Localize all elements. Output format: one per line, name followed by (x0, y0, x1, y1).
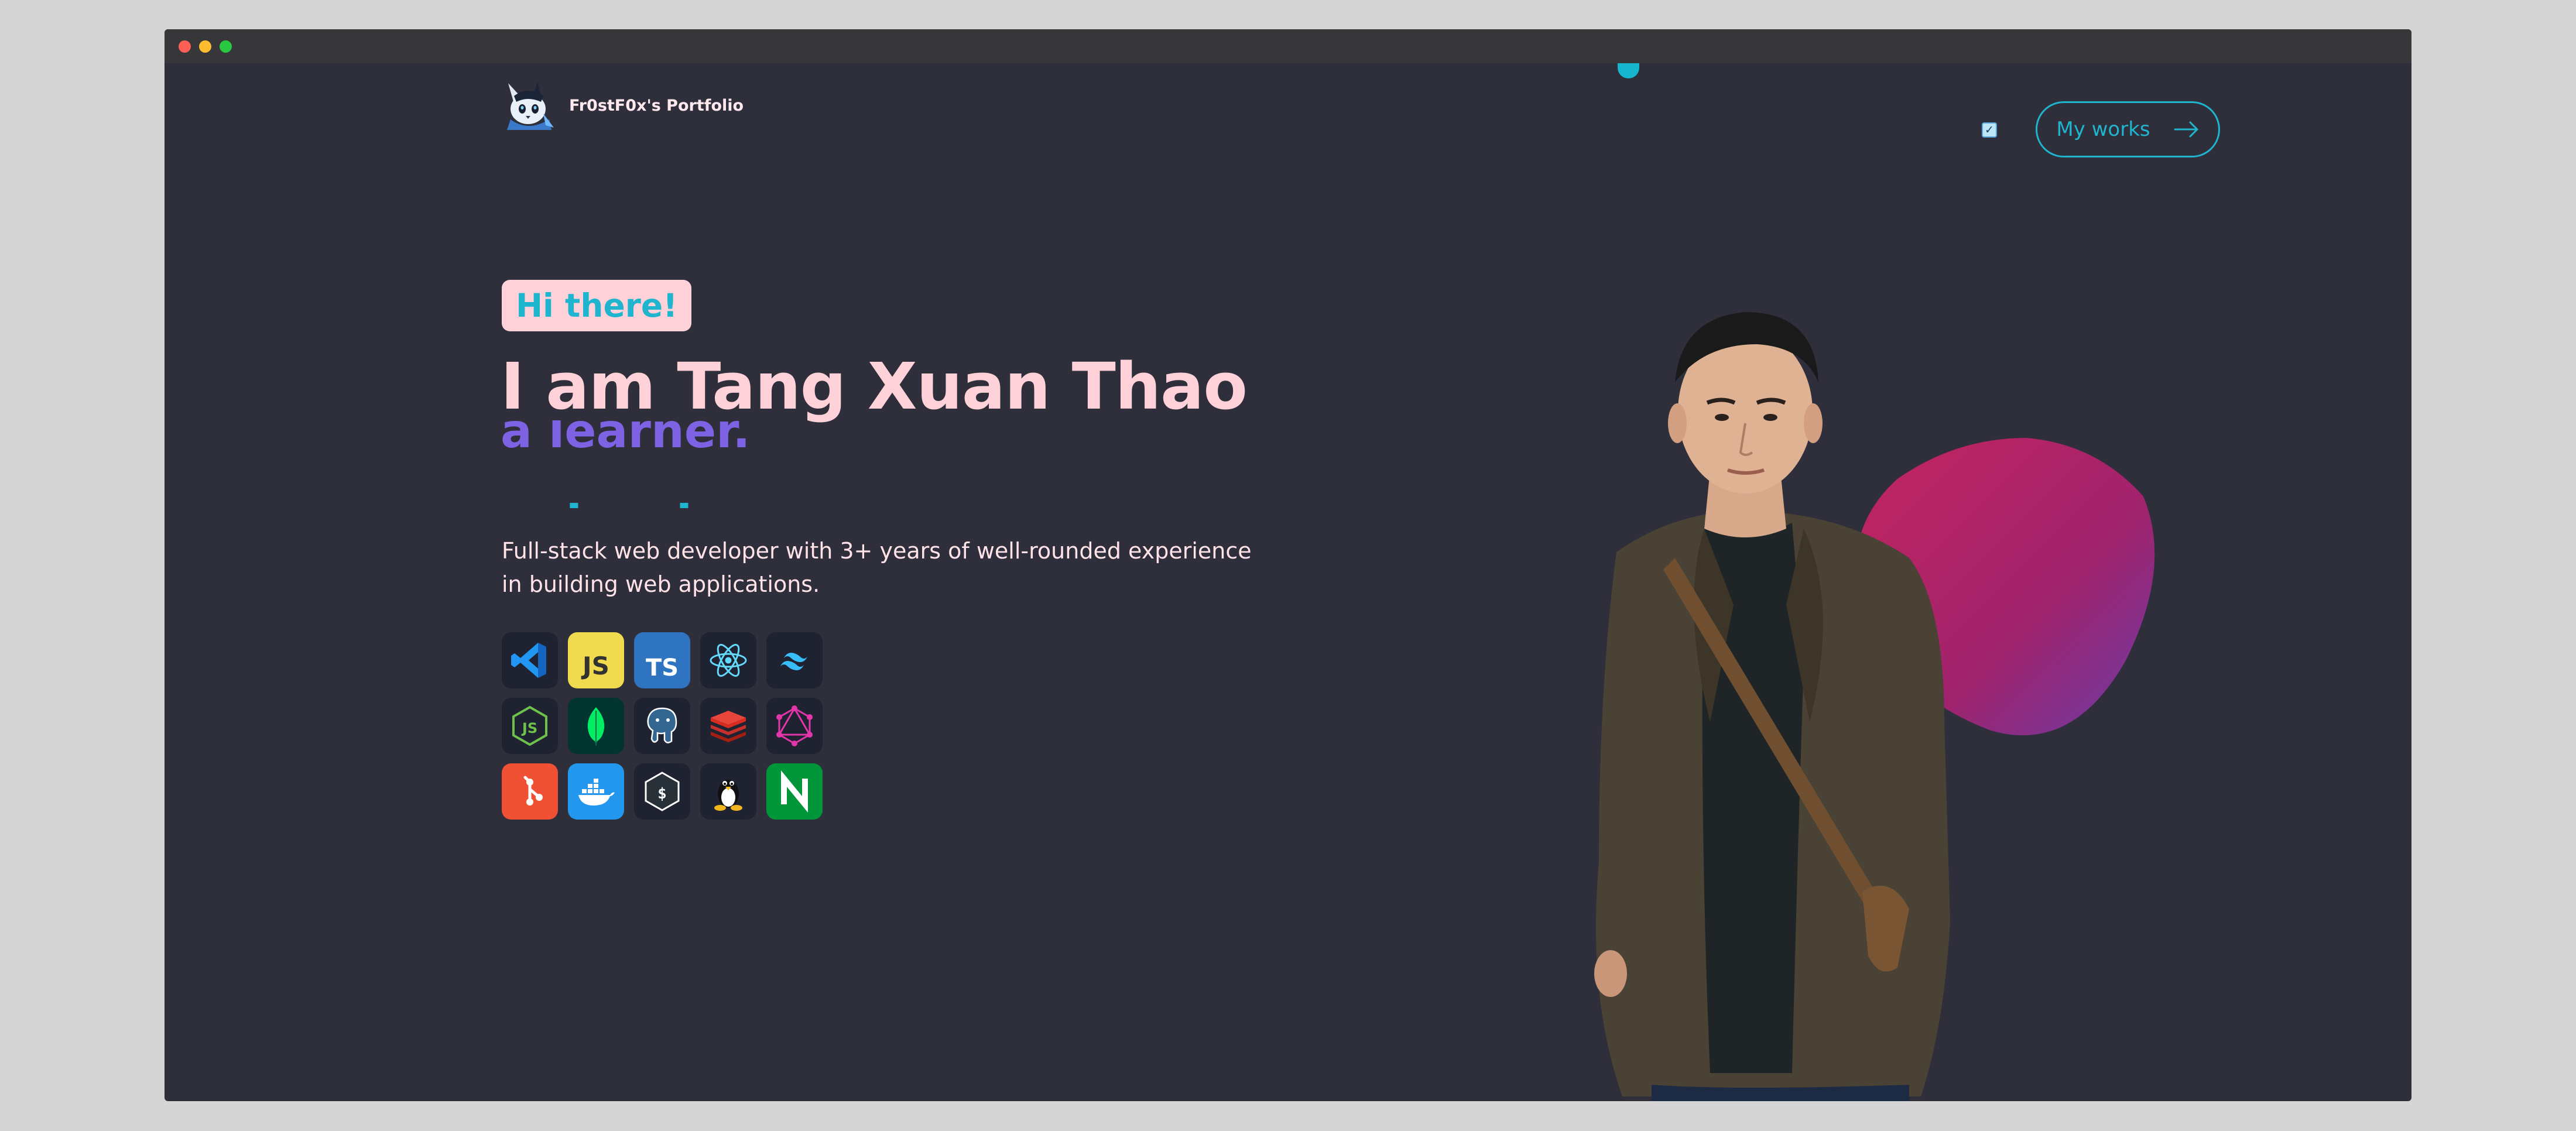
rolling-role-text: a learner. a developer. (501, 420, 1027, 508)
rolling-word-2: a developer. (501, 495, 824, 508)
hero-headline: I am Tang Xuan Thao (501, 349, 1248, 424)
maximize-window-button[interactable] (220, 40, 232, 53)
svg-text:JS: JS (581, 652, 609, 680)
javascript-icon: JS (568, 632, 624, 688)
mongodb-icon (568, 698, 624, 754)
tech-stack-grid: JS TS JS $ (502, 632, 823, 820)
greeting-badge: Hi there! (502, 280, 692, 331)
close-window-button[interactable] (179, 40, 191, 53)
profile-portrait (1594, 312, 1950, 1101)
arrow-right-icon (2174, 121, 2198, 138)
docker-icon (568, 763, 624, 820)
linux-icon (700, 763, 756, 820)
brand-name: Fr0stF0x's Portfolio (569, 96, 744, 115)
svg-text:JS: JS (521, 720, 537, 736)
nodejs-icon: JS (502, 698, 558, 754)
svg-text:TS: TS (646, 654, 679, 681)
postgresql-icon (634, 698, 690, 754)
tailwind-icon (766, 632, 823, 688)
fox-logo-icon (507, 82, 554, 130)
rolling-word-1: a learner. (501, 420, 751, 458)
typescript-icon: TS (634, 632, 690, 688)
my-works-label: My works (2056, 118, 2150, 141)
check-icon: ✓ (1985, 123, 1994, 136)
react-icon (700, 632, 756, 688)
graphql-icon (766, 698, 823, 754)
git-icon (502, 763, 558, 820)
redis-icon (700, 698, 756, 754)
greeting-text: Hi there! (516, 287, 678, 324)
svg-text:$: $ (657, 785, 667, 803)
my-works-button[interactable]: My works (2036, 101, 2220, 157)
page-content: Fr0stF0x's Portfolio ✓ My works Hi there… (165, 63, 2411, 1101)
hero-description: Full-stack web developer with 3+ years o… (502, 538, 1252, 597)
brand-link[interactable]: Fr0stF0x's Portfolio (502, 78, 744, 132)
window-titlebar (165, 29, 2411, 63)
browser-window: Fr0stF0x's Portfolio ✓ My works Hi there… (165, 29, 2411, 1101)
minimize-window-button[interactable] (199, 40, 211, 53)
bash-icon: $ (634, 763, 690, 820)
vscode-icon (502, 632, 558, 688)
nginx-icon (766, 763, 823, 820)
scroll-indicator (1618, 63, 1639, 78)
theme-toggle-checkbox[interactable]: ✓ (1982, 122, 1997, 138)
